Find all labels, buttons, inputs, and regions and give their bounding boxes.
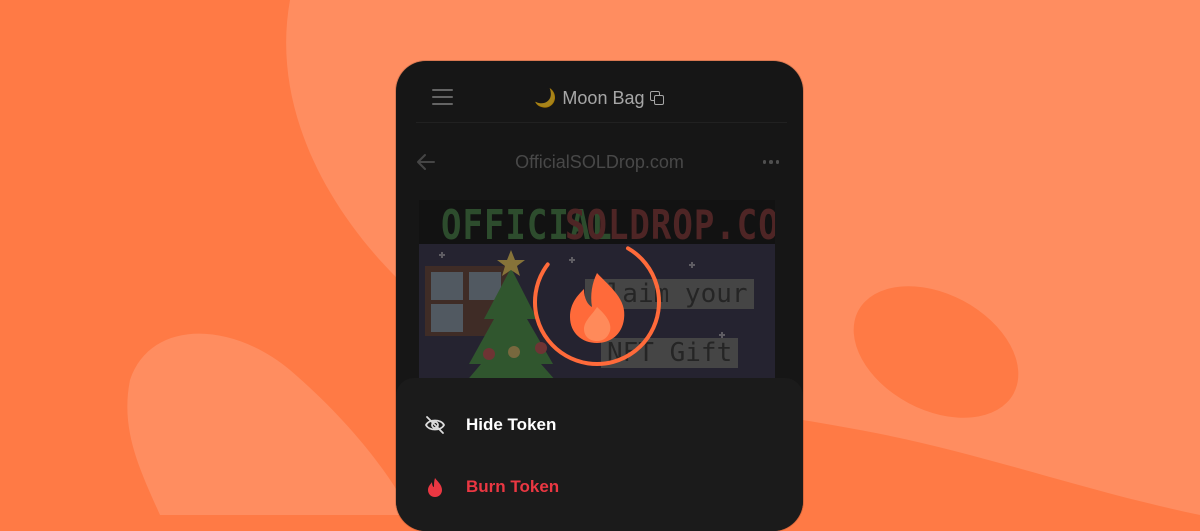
burn-progress-spinner — [533, 238, 661, 366]
hide-token-item[interactable]: Hide Token — [396, 404, 803, 446]
burn-token-item[interactable]: Burn Token — [396, 466, 803, 508]
burn-token-label: Burn Token — [466, 477, 560, 496]
hide-token-label: Hide Token — [466, 415, 557, 434]
eye-off-icon — [424, 416, 446, 434]
fire-icon — [570, 273, 625, 343]
flame-icon — [428, 478, 442, 497]
token-actions-sheet: Hide Token Burn Token — [396, 378, 803, 531]
wallet-window: 🌙 Moon Bag OfficialSOLDrop.com OFFICIAL … — [396, 61, 803, 531]
